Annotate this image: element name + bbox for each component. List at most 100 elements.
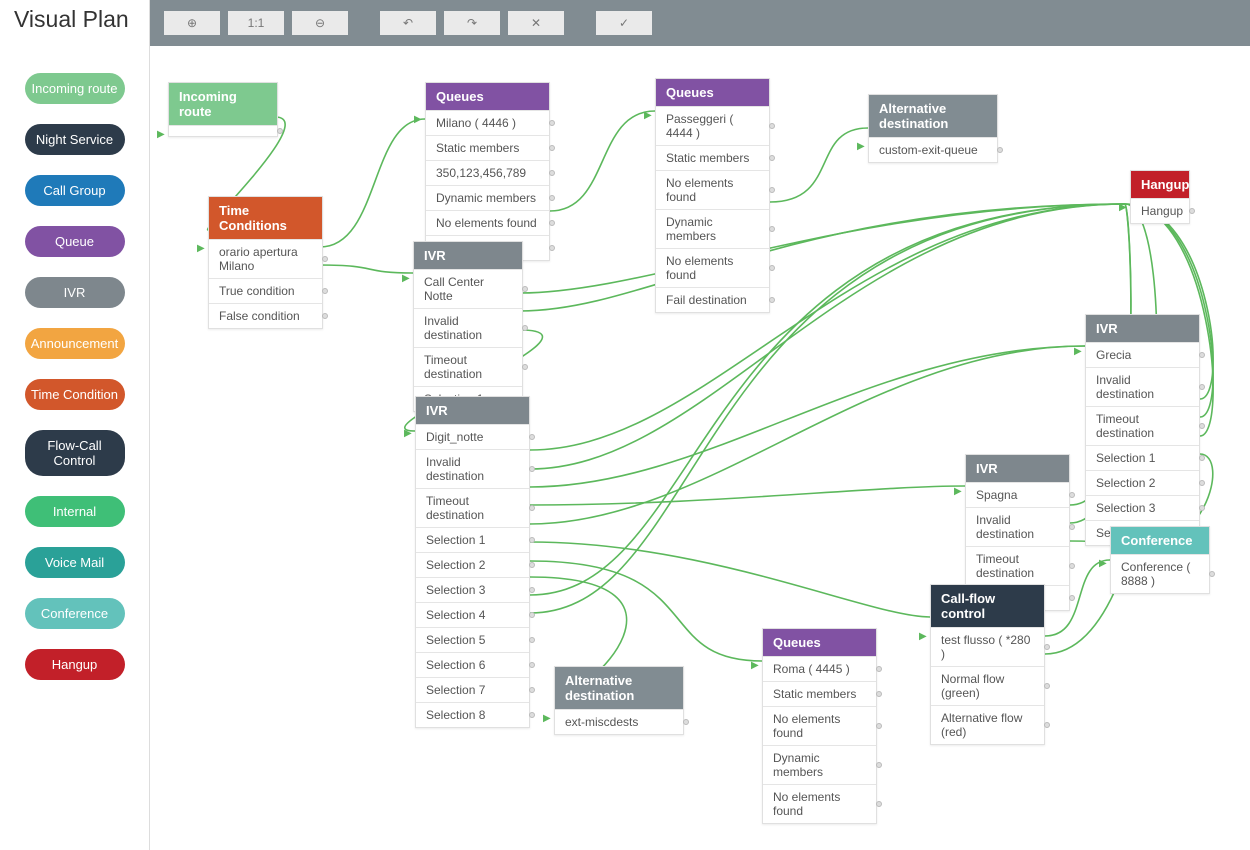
node-row[interactable]: Grecia bbox=[1086, 342, 1199, 367]
node-row[interactable]: Selection 2 bbox=[1086, 470, 1199, 495]
node-row[interactable]: Selection 6 bbox=[416, 652, 529, 677]
palette-queue[interactable]: Queue bbox=[25, 226, 125, 257]
node-queues_pass[interactable]: QueuesPasseggeri ( 4444 )Static membersN… bbox=[655, 78, 770, 313]
palette-hangup[interactable]: Hangup bbox=[25, 649, 125, 680]
node-row[interactable]: No elements found bbox=[763, 784, 876, 823]
redo-button[interactable]: ↷ bbox=[444, 11, 500, 35]
node-row[interactable]: No elements found bbox=[656, 248, 769, 287]
node-alt_dest_1[interactable]: Alternative destinationcustom-exit-queue bbox=[868, 94, 998, 163]
node-header: Alternative destination bbox=[869, 95, 997, 137]
node-header: Conference bbox=[1111, 527, 1209, 554]
node-row[interactable]: No elements found bbox=[426, 210, 549, 235]
palette-night-service[interactable]: Night Service bbox=[25, 124, 125, 155]
node-row[interactable]: Selection 8 bbox=[416, 702, 529, 727]
node-row[interactable]: Selection 4 bbox=[416, 602, 529, 627]
node-row[interactable]: Dynamic members bbox=[426, 185, 549, 210]
node-header: IVR bbox=[966, 455, 1069, 482]
node-row[interactable]: Dynamic members bbox=[763, 745, 876, 784]
node-row[interactable]: Static members bbox=[656, 145, 769, 170]
node-row[interactable]: No elements found bbox=[763, 706, 876, 745]
node-incoming[interactable]: Incoming route bbox=[168, 82, 278, 137]
node-row[interactable] bbox=[169, 125, 277, 136]
node-header: Call-flow control bbox=[931, 585, 1044, 627]
undo-button[interactable]: ↶ bbox=[380, 11, 436, 35]
sidebar: Visual Plan Incoming route Night Service C… bbox=[0, 0, 150, 850]
node-alt_dest_2[interactable]: Alternative destinationext-miscdests bbox=[554, 666, 684, 735]
palette-ivr[interactable]: IVR bbox=[25, 277, 125, 308]
node-row[interactable]: No elements found bbox=[656, 170, 769, 209]
node-header: IVR bbox=[416, 397, 529, 424]
node-row[interactable]: Invalid destination bbox=[966, 507, 1069, 546]
zoom-in-button[interactable]: ⊕ bbox=[164, 11, 220, 35]
node-row[interactable]: True condition bbox=[209, 278, 322, 303]
node-queues_milano[interactable]: QueuesMilano ( 4446 )Static members350,1… bbox=[425, 82, 550, 261]
node-callflow[interactable]: Call-flow controltest flusso ( *280 )Nor… bbox=[930, 584, 1045, 745]
node-row[interactable]: test flusso ( *280 ) bbox=[931, 627, 1044, 666]
node-row[interactable]: Timeout destination bbox=[966, 546, 1069, 585]
node-header: Queues bbox=[426, 83, 549, 110]
node-row[interactable]: 350,123,456,789 bbox=[426, 160, 549, 185]
app-title: Visual Plan bbox=[14, 6, 135, 33]
node-row[interactable]: Selection 3 bbox=[1086, 495, 1199, 520]
node-row[interactable]: Timeout destination bbox=[416, 488, 529, 527]
node-row[interactable]: Timeout destination bbox=[414, 347, 522, 386]
node-row[interactable]: Invalid destination bbox=[416, 449, 529, 488]
palette-flow-call-control[interactable]: Flow-Call Control bbox=[25, 430, 125, 476]
confirm-button[interactable]: ✓ bbox=[596, 11, 652, 35]
node-header: Hangup bbox=[1131, 171, 1189, 198]
node-header: IVR bbox=[414, 242, 522, 269]
node-ivr_grecia[interactable]: IVRGreciaInvalid destinationTimeout dest… bbox=[1085, 314, 1200, 546]
palette-incoming-route[interactable]: Incoming route bbox=[25, 73, 125, 104]
node-row[interactable]: Passeggeri ( 4444 ) bbox=[656, 106, 769, 145]
zoom-out-button[interactable]: ⊖ bbox=[292, 11, 348, 35]
node-row[interactable]: custom-exit-queue bbox=[869, 137, 997, 162]
palette-time-condition[interactable]: Time Condition bbox=[25, 379, 125, 410]
node-row[interactable]: Invalid destination bbox=[414, 308, 522, 347]
node-row[interactable]: Selection 1 bbox=[1086, 445, 1199, 470]
node-row[interactable]: False condition bbox=[209, 303, 322, 328]
node-row[interactable]: Selection 7 bbox=[416, 677, 529, 702]
node-row[interactable]: orario apertura Milano bbox=[209, 239, 322, 278]
node-row[interactable]: Digit_notte bbox=[416, 424, 529, 449]
node-header: Time Conditions bbox=[209, 197, 322, 239]
canvas[interactable]: Incoming route Time Conditionsorario ape… bbox=[150, 46, 1250, 850]
palette-conference[interactable]: Conference bbox=[25, 598, 125, 629]
node-row[interactable]: Static members bbox=[426, 135, 549, 160]
node-row[interactable]: Milano ( 4446 ) bbox=[426, 110, 549, 135]
toolbar: ⊕ 1:1 ⊖ ↶ ↷ ✕ ✓ bbox=[150, 0, 1250, 46]
delete-button[interactable]: ✕ bbox=[508, 11, 564, 35]
node-ivr_notte[interactable]: IVRCall Center NotteInvalid destinationT… bbox=[413, 241, 523, 412]
zoom-actual-button[interactable]: 1:1 bbox=[228, 11, 284, 35]
palette-voice-mail[interactable]: Voice Mail bbox=[25, 547, 125, 578]
node-row[interactable]: Alternative flow (red) bbox=[931, 705, 1044, 744]
node-row[interactable]: Call Center Notte bbox=[414, 269, 522, 308]
node-row[interactable]: Fail destination bbox=[656, 287, 769, 312]
node-time_cond[interactable]: Time Conditionsorario apertura MilanoTru… bbox=[208, 196, 323, 329]
node-row[interactable]: Selection 5 bbox=[416, 627, 529, 652]
node-header: Queues bbox=[763, 629, 876, 656]
palette-call-group[interactable]: Call Group bbox=[25, 175, 125, 206]
node-row[interactable]: Conference ( 8888 ) bbox=[1111, 554, 1209, 593]
node-conference[interactable]: ConferenceConference ( 8888 ) bbox=[1110, 526, 1210, 594]
node-row[interactable]: Selection 3 bbox=[416, 577, 529, 602]
node-row[interactable]: Normal flow (green) bbox=[931, 666, 1044, 705]
node-row[interactable]: Spagna bbox=[966, 482, 1069, 507]
node-row[interactable]: Selection 2 bbox=[416, 552, 529, 577]
node-header: Incoming route bbox=[169, 83, 277, 125]
node-row[interactable]: Timeout destination bbox=[1086, 406, 1199, 445]
node-queues_roma[interactable]: QueuesRoma ( 4445 )Static membersNo elem… bbox=[762, 628, 877, 824]
node-row[interactable]: Roma ( 4445 ) bbox=[763, 656, 876, 681]
node-header: Queues bbox=[656, 79, 769, 106]
palette-announcement[interactable]: Announcement bbox=[25, 328, 125, 359]
node-row[interactable]: Invalid destination bbox=[1086, 367, 1199, 406]
node-row[interactable]: ext-miscdests bbox=[555, 709, 683, 734]
node-row[interactable]: Hangup bbox=[1131, 198, 1189, 223]
node-header: IVR bbox=[1086, 315, 1199, 342]
node-row[interactable]: Selection 1 bbox=[416, 527, 529, 552]
node-hangup[interactable]: HangupHangup bbox=[1130, 170, 1190, 224]
node-row[interactable]: Dynamic members bbox=[656, 209, 769, 248]
node-header: Alternative destination bbox=[555, 667, 683, 709]
palette-internal[interactable]: Internal bbox=[25, 496, 125, 527]
node-ivr_digit[interactable]: IVRDigit_notteInvalid destinationTimeout… bbox=[415, 396, 530, 728]
node-row[interactable]: Static members bbox=[763, 681, 876, 706]
